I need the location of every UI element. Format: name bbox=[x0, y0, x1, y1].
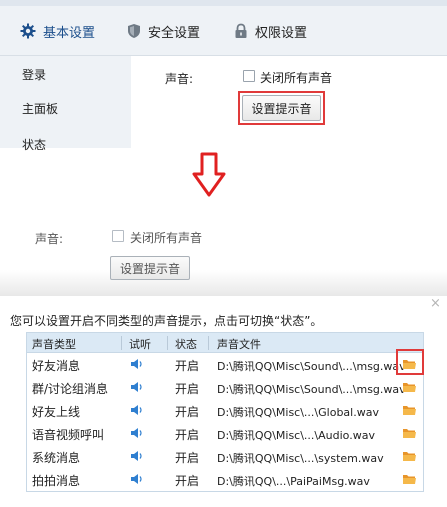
down-arrow-icon bbox=[192, 152, 226, 197]
table-row[interactable]: 好友消息 开启 D:\腾讯QQ\Misc\Sound\...\msg.wav bbox=[27, 353, 423, 376]
sound-table: 声音类型 试听 状态 声音文件 好友消息 开启 D:\腾讯QQ\Misc\Sou… bbox=[26, 332, 424, 492]
lock-icon bbox=[235, 23, 247, 38]
tab-basic-settings[interactable]: 基本设置 bbox=[20, 6, 95, 56]
speaker-icon[interactable] bbox=[130, 381, 144, 396]
mute-all-checkbox-result[interactable] bbox=[112, 230, 124, 242]
folder-icon[interactable] bbox=[402, 450, 417, 465]
sound-label: 声音: bbox=[165, 72, 194, 86]
sound-type: 好友消息 bbox=[32, 359, 81, 373]
column-header-type: 声音类型 bbox=[32, 338, 76, 351]
speaker-icon[interactable] bbox=[130, 358, 144, 373]
sidebar-item-main-panel[interactable]: 主面板 bbox=[22, 100, 58, 117]
settings-tabbar: 基本设置 安全设置 权限设置 bbox=[0, 6, 447, 56]
column-header-file: 声音文件 bbox=[217, 338, 261, 351]
settings-sidebar: 登录 主面板 状态 bbox=[0, 56, 131, 152]
tab-permission-settings[interactable]: 权限设置 bbox=[234, 6, 307, 56]
sound-status[interactable]: 开启 bbox=[175, 403, 199, 420]
tab-permission-label: 权限设置 bbox=[255, 25, 308, 41]
column-separator bbox=[121, 336, 122, 350]
sound-status[interactable]: 开启 bbox=[175, 357, 199, 374]
speaker-icon[interactable] bbox=[130, 473, 144, 488]
set-sound-button[interactable]: 设置提示音 bbox=[242, 95, 321, 121]
sound-file-path: D:\腾讯QQ\...\PaiPaiMsg.wav bbox=[217, 475, 370, 488]
sound-type: 好友上线 bbox=[32, 405, 81, 419]
sidebar-item-status[interactable]: 状态 bbox=[22, 136, 46, 153]
sound-status[interactable]: 开启 bbox=[175, 472, 199, 489]
tab-basic-label: 基本设置 bbox=[43, 25, 96, 41]
gear-icon bbox=[20, 23, 36, 39]
mute-all-label-result[interactable]: 关闭所有声音 bbox=[130, 229, 202, 246]
table-header: 声音类型 试听 状态 声音文件 bbox=[27, 333, 423, 353]
sound-type: 语音视频呼叫 bbox=[32, 428, 105, 442]
folder-icon[interactable] bbox=[402, 473, 417, 488]
panel-shadow bbox=[0, 270, 447, 296]
tab-security-label: 安全设置 bbox=[148, 25, 201, 41]
sound-file-path: D:\腾讯QQ\Misc\...\system.wav bbox=[217, 452, 384, 465]
sound-label-result: 声音: bbox=[35, 232, 64, 246]
speaker-icon[interactable] bbox=[130, 404, 144, 419]
settings-panel-top: 基本设置 安全设置 权限设置 登录 主面板 状态 声音: 关闭所有声音 设置提示… bbox=[0, 0, 447, 152]
sound-type: 系统消息 bbox=[32, 451, 81, 465]
table-row[interactable]: 拍拍消息 开启 D:\腾讯QQ\...\PaiPaiMsg.wav bbox=[27, 468, 423, 491]
sound-type: 群/讨论组消息 bbox=[32, 382, 109, 396]
table-row[interactable]: 系统消息 开启 D:\腾讯QQ\Misc\...\system.wav bbox=[27, 445, 423, 468]
table-row[interactable]: 群/讨论组消息 开启 D:\腾讯QQ\Misc\Sound\...\msg.wa… bbox=[27, 376, 423, 399]
table-row[interactable]: 语音视频呼叫 开启 D:\腾讯QQ\Misc\...\Audio.wav bbox=[27, 422, 423, 445]
speaker-icon[interactable] bbox=[130, 427, 144, 442]
column-header-listen: 试听 bbox=[129, 338, 151, 351]
sound-status[interactable]: 开启 bbox=[175, 449, 199, 466]
mute-all-checkbox[interactable] bbox=[243, 70, 255, 82]
highlight-box-folder bbox=[396, 349, 424, 375]
shield-icon bbox=[128, 24, 140, 38]
table-row[interactable]: 好友上线 开启 D:\腾讯QQ\Misc\...\Global.wav bbox=[27, 399, 423, 422]
sound-file-path: D:\腾讯QQ\Misc\...\Global.wav bbox=[217, 406, 379, 419]
sound-file-path: D:\腾讯QQ\Misc\Sound\...\msg.wav bbox=[217, 383, 406, 396]
column-separator bbox=[208, 336, 209, 350]
sound-file-path: D:\腾讯QQ\Misc\Sound\...\msg.wav bbox=[217, 360, 406, 373]
tab-security-settings[interactable]: 安全设置 bbox=[127, 6, 200, 56]
speaker-icon[interactable] bbox=[130, 450, 144, 465]
sound-type: 拍拍消息 bbox=[32, 474, 81, 488]
close-icon[interactable]: × bbox=[430, 296, 441, 311]
column-separator bbox=[167, 336, 168, 350]
folder-icon[interactable] bbox=[402, 404, 417, 419]
sound-status[interactable]: 开启 bbox=[175, 426, 199, 443]
folder-icon[interactable] bbox=[402, 381, 417, 396]
mute-all-label[interactable]: 关闭所有声音 bbox=[260, 69, 332, 86]
sound-file-path: D:\腾讯QQ\Misc\...\Audio.wav bbox=[217, 429, 375, 442]
set-sound-button-result[interactable]: 设置提示音 bbox=[110, 256, 190, 280]
column-header-status: 状态 bbox=[175, 338, 197, 351]
sidebar-item-login[interactable]: 登录 bbox=[22, 66, 46, 83]
folder-icon[interactable] bbox=[402, 427, 417, 442]
dialog-hint: 您可以设置开启不同类型的声音提示，点击可切换“状态”。 bbox=[10, 314, 323, 328]
sound-status[interactable]: 开启 bbox=[175, 380, 199, 397]
